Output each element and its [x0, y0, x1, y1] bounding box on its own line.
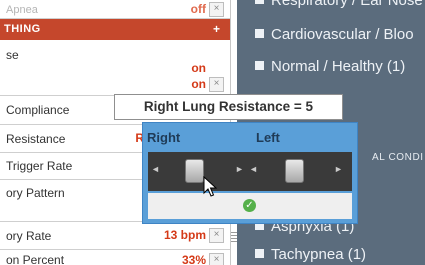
category-label: Cardiovascular / Bloo — [271, 26, 414, 43]
add-icon[interactable]: + — [213, 22, 220, 36]
category-item[interactable]: Tachypnea (1) — [255, 246, 366, 263]
setting-value: on — [191, 61, 206, 75]
setting-value: off — [190, 2, 206, 16]
setting-label: ory Rate — [6, 228, 52, 243]
bullet-icon — [255, 61, 264, 70]
category-item[interactable]: Respiratory / Ear Nose — [255, 0, 423, 9]
mouse-pointer-icon — [203, 176, 217, 197]
setting-row-rate[interactable]: ory Rate 13 bpm × — [0, 222, 230, 250]
setting-row-percent[interactable]: on Percent 33% × — [0, 250, 230, 265]
clear-icon[interactable]: × — [209, 253, 224, 265]
setting-label: Resistance — [6, 131, 66, 146]
setting-row-apnea[interactable]: Apnea off × — [0, 0, 230, 19]
setting-label: on Percent — [6, 253, 65, 265]
section-title: THING — [4, 23, 41, 35]
setting-label: Trigger Rate — [6, 159, 73, 173]
right-lung-slider[interactable]: ◄ ► — [148, 152, 248, 191]
clear-icon[interactable]: × — [209, 2, 224, 17]
clear-icon[interactable]: × — [209, 77, 224, 92]
increment-arrow-icon[interactable]: ► — [334, 164, 343, 174]
right-label: Right — [147, 130, 181, 145]
setting-row-pause[interactable]: se on on × — [0, 40, 230, 96]
value-tooltip: Right Lung Resistance = 5 — [114, 94, 343, 120]
setting-label: Apnea — [6, 4, 38, 16]
slider-thumb[interactable] — [184, 159, 204, 183]
category-heading: AL CONDI — [372, 152, 424, 163]
setting-value: on — [191, 77, 206, 91]
resize-grip[interactable] — [231, 232, 237, 244]
category-label: Respiratory / Ear Nose — [271, 0, 423, 9]
bullet-icon — [255, 29, 264, 38]
decrement-arrow-icon[interactable]: ◄ — [151, 164, 160, 174]
lung-resistance-popup: Right Left ◄ ► ◄ ► ✓ — [142, 122, 358, 224]
section-header[interactable]: THING + — [0, 19, 230, 40]
category-item[interactable]: Normal / Healthy (1) — [255, 58, 405, 75]
category-item[interactable]: Cardiovascular / Bloo — [255, 26, 414, 43]
clear-icon[interactable]: × — [209, 228, 224, 243]
setting-value: 33% — [181, 253, 206, 265]
setting-value: 13 bpm — [163, 228, 206, 242]
bullet-icon — [255, 0, 264, 4]
category-label: Normal / Healthy (1) — [271, 58, 406, 75]
slider-thumb[interactable] — [284, 159, 304, 183]
bullet-icon — [255, 249, 264, 258]
slider-strip: ◄ ► ◄ ► — [148, 152, 352, 191]
confirm-check-icon[interactable]: ✓ — [243, 199, 256, 212]
popup-footer: ✓ — [148, 193, 352, 219]
decrement-arrow-icon[interactable]: ◄ — [249, 164, 258, 174]
setting-label: Compliance — [6, 102, 70, 117]
category-label: Tachypnea (1) — [271, 246, 367, 263]
increment-arrow-icon[interactable]: ► — [235, 164, 244, 174]
setting-label: ory Pattern — [6, 186, 65, 200]
left-lung-slider[interactable]: ◄ ► — [248, 152, 352, 191]
setting-label: se — [6, 48, 19, 62]
left-label: Left — [256, 130, 280, 145]
